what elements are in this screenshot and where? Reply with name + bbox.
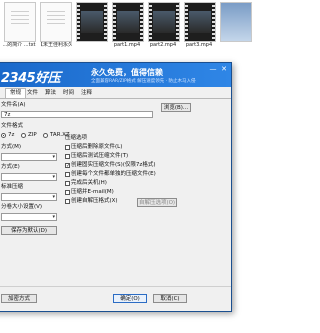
file-item[interactable] bbox=[74, 0, 108, 56]
video-thumbnail bbox=[112, 2, 144, 42]
chevron-down-icon: ▾ bbox=[52, 214, 55, 220]
chevron-down-icon: ▾ bbox=[52, 194, 55, 200]
format-option-label: 7z bbox=[8, 132, 15, 138]
option-checkbox[interactable] bbox=[65, 181, 70, 186]
file-name: part1.mp4 bbox=[113, 42, 141, 48]
level-select[interactable]: ▾ bbox=[1, 193, 57, 201]
file-item[interactable]: ...的简介 ...txt bbox=[2, 0, 36, 56]
file-item[interactable] bbox=[218, 0, 252, 56]
option-checkbox[interactable] bbox=[65, 199, 70, 204]
app-logo: 2345好压 bbox=[1, 71, 61, 86]
cancel-button[interactable]: 取消(C) bbox=[153, 294, 187, 303]
video-thumbnail bbox=[148, 2, 180, 42]
dictionary-label: 方式(E) bbox=[1, 164, 20, 170]
option-label: 压缩后测试压缩文件(T) bbox=[71, 153, 129, 159]
footer-divider bbox=[0, 286, 231, 287]
option-checkbox[interactable] bbox=[65, 145, 70, 150]
dictionary-select[interactable]: ▾ bbox=[1, 173, 57, 181]
compress-dialog: 2345好压 永久免费，值得信赖 全面兼容RAR/ZIP格式 解压速度领先 · … bbox=[0, 62, 232, 312]
split-size-label: 分卷大小设置(V) bbox=[1, 204, 43, 210]
close-icon[interactable]: ✕ bbox=[220, 65, 228, 73]
format-radio-zip[interactable] bbox=[21, 133, 26, 138]
chevron-down-icon: ▾ bbox=[52, 154, 55, 160]
minimize-icon[interactable]: — bbox=[209, 65, 217, 73]
file-name: part3.mp4 bbox=[185, 42, 213, 48]
archive-name-input[interactable]: 7z bbox=[1, 111, 153, 118]
sfx-options-button[interactable]: 自解压选项(O) bbox=[137, 198, 177, 207]
option-checkbox[interactable] bbox=[65, 172, 70, 177]
file-name: ...的简介 ...txt bbox=[2, 42, 36, 48]
browse-button[interactable]: 浏览(B)... bbox=[161, 103, 191, 112]
format-option-label: ZIP bbox=[28, 132, 37, 138]
video-thumbnail bbox=[184, 2, 216, 42]
split-size-select[interactable]: ▾ bbox=[1, 213, 57, 221]
file-name: 【未王佳利永久 激活发布】txt bbox=[38, 42, 72, 48]
app-banner: 2345好压 永久免费，值得信赖 全面兼容RAR/ZIP格式 解压速度领先 · … bbox=[0, 63, 231, 87]
tab-time[interactable]: 时间 bbox=[59, 89, 78, 98]
archive-name-label: 文件名(A) bbox=[1, 102, 26, 108]
save-default-button[interactable]: 保存为默认(D) bbox=[1, 226, 57, 235]
file-item[interactable]: part2.mp4 bbox=[146, 0, 180, 56]
file-browser-strip: ...的简介 ...txt 【未王佳利永久 激活发布】txt part1.mp4… bbox=[0, 0, 252, 56]
option-label: 压缩后删除原文件(L) bbox=[71, 144, 123, 150]
chevron-down-icon: ▾ bbox=[52, 174, 55, 180]
option-label: 创建自解压格式(X) bbox=[71, 198, 118, 204]
method-label: 方式(M) bbox=[1, 144, 22, 150]
compress-options-title: 压缩选项 bbox=[65, 135, 88, 141]
option-label: 创建固实压缩文件(S)(仅限7z格式) bbox=[71, 162, 156, 168]
level-label: 标准压缩 bbox=[1, 184, 24, 190]
tab-files[interactable]: 文件 bbox=[23, 89, 42, 98]
option-checkbox[interactable] bbox=[65, 154, 70, 159]
option-label: 创建每个文件都单独的压缩文件(E) bbox=[71, 171, 156, 177]
banner-slogan: 永久免费，值得信赖 bbox=[91, 68, 163, 77]
ok-button[interactable]: 确定(O) bbox=[113, 294, 147, 303]
image-thumbnail bbox=[220, 2, 252, 42]
file-item[interactable]: 【未王佳利永久 激活发布】txt bbox=[38, 0, 72, 56]
option-checkbox[interactable] bbox=[65, 190, 70, 195]
banner-subtitle: 全面兼容RAR/ZIP格式 解压速度领先 · 防止木马入侵 bbox=[91, 79, 196, 84]
format-label: 文件格式 bbox=[1, 123, 24, 129]
file-name: part2.mp4 bbox=[149, 42, 177, 48]
option-label: 完成后关机(H) bbox=[71, 180, 107, 186]
method-select[interactable]: ▾ bbox=[1, 153, 57, 161]
file-item[interactable]: part3.mp4 bbox=[182, 0, 216, 56]
video-thumbnail bbox=[76, 2, 108, 42]
option-checkbox[interactable]: ✓ bbox=[65, 163, 70, 169]
file-item[interactable]: part1.mp4 bbox=[110, 0, 144, 56]
text-document-thumbnail bbox=[40, 2, 72, 42]
format-radio-7z[interactable] bbox=[1, 133, 6, 138]
option-label: 压缩并E-mail(M) bbox=[71, 189, 114, 195]
text-document-thumbnail bbox=[4, 2, 36, 42]
tab-algorithm[interactable]: 算法 bbox=[41, 89, 60, 98]
password-button[interactable]: 加密方式 bbox=[1, 294, 37, 303]
tab-bar: 常规 文件 算法 时间 注释 bbox=[0, 87, 231, 99]
format-radio-tarxz[interactable] bbox=[43, 133, 48, 138]
tab-comment[interactable]: 注释 bbox=[77, 89, 96, 98]
